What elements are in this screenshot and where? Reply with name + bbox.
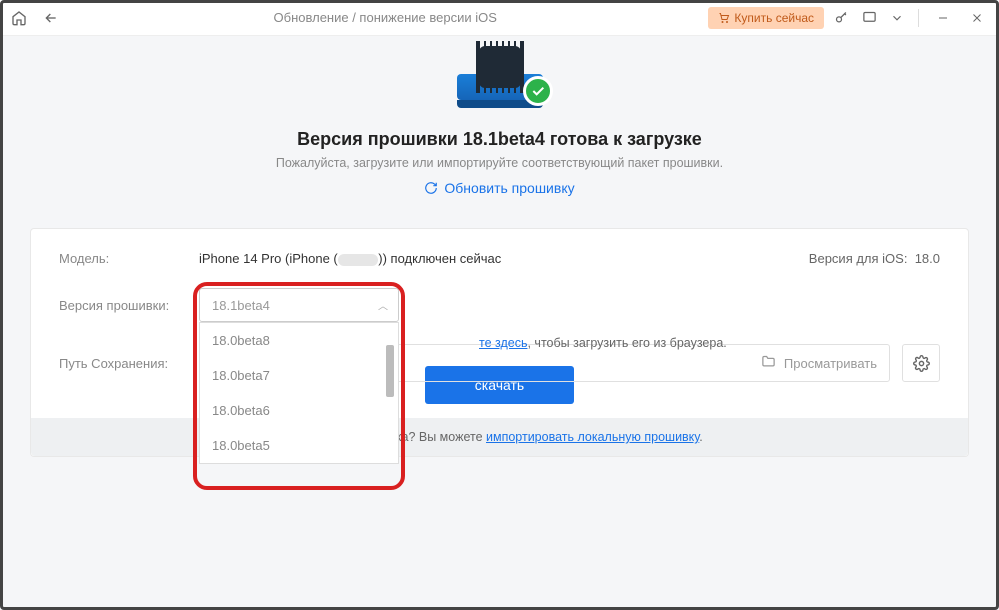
model-row: Модель: iPhone 14 Pro (iPhone (xxx)) под… [59, 251, 940, 266]
main-content: Версия прошивки 18.1beta4 готова к загру… [0, 36, 999, 457]
hero-heading: Версия прошивки 18.1beta4 готова к загру… [30, 129, 969, 150]
firmware-version-dropdown: 18.0beta8 18.0beta7 18.0beta6 18.0beta5 [199, 322, 399, 464]
refresh-firmware-link[interactable]: Обновить прошивку [424, 180, 574, 196]
model-value: iPhone 14 Pro (iPhone (xxx)) подключен с… [199, 251, 501, 266]
minimize-button[interactable] [929, 4, 957, 32]
firmware-panel: Модель: iPhone 14 Pro (iPhone (xxx)) под… [30, 228, 969, 457]
folder-icon [761, 354, 776, 372]
titlebar: Обновление / понижение версии iOS Купить… [0, 0, 999, 36]
close-button[interactable] [963, 4, 991, 32]
menu-caret-icon[interactable] [886, 7, 908, 29]
firmware-option[interactable]: 18.0beta7 [200, 358, 398, 393]
device-artwork [457, 74, 543, 100]
firmware-version-row: Версия прошивки: 18.1beta4 ︿ 18.0beta8 1… [59, 288, 940, 322]
home-icon[interactable] [8, 7, 30, 29]
import-local-firmware-link[interactable]: импортировать локальную прошивку [486, 430, 699, 444]
firmware-option[interactable]: 18.0beta5 [200, 428, 398, 463]
feedback-icon[interactable] [858, 7, 880, 29]
firmware-option[interactable]: 18.0beta8 [200, 323, 398, 358]
window-title: Обновление / понижение версии iOS [62, 10, 708, 25]
hero-subtitle: Пожалуйста, загрузите или импортируйте с… [30, 156, 969, 170]
model-label: Модель: [59, 251, 199, 266]
ios-version: Версия для iOS: 18.0 [809, 251, 940, 266]
download-hint: те здесь, чтобы загрузить его из браузер… [479, 336, 940, 350]
firmware-version-select[interactable]: 18.1beta4 ︿ [199, 288, 399, 322]
back-icon[interactable] [40, 7, 62, 29]
dropdown-scrollbar[interactable] [386, 325, 396, 461]
key-icon[interactable] [830, 7, 852, 29]
save-path-label: Путь Сохранения: [59, 356, 199, 371]
buy-button[interactable]: Купить сейчас [708, 7, 824, 29]
download-here-link[interactable]: те здесь [479, 336, 527, 350]
import-footer: Уже есть прошивка? Вы можете импортирова… [31, 418, 968, 456]
check-badge-icon [523, 76, 553, 106]
firmware-option[interactable]: 18.0beta6 [200, 393, 398, 428]
firmware-version-label: Версия прошивки: [59, 298, 199, 313]
chevron-up-icon: ︿ [378, 298, 388, 313]
hero-section: Версия прошивки 18.1beta4 готова к загру… [30, 56, 969, 210]
